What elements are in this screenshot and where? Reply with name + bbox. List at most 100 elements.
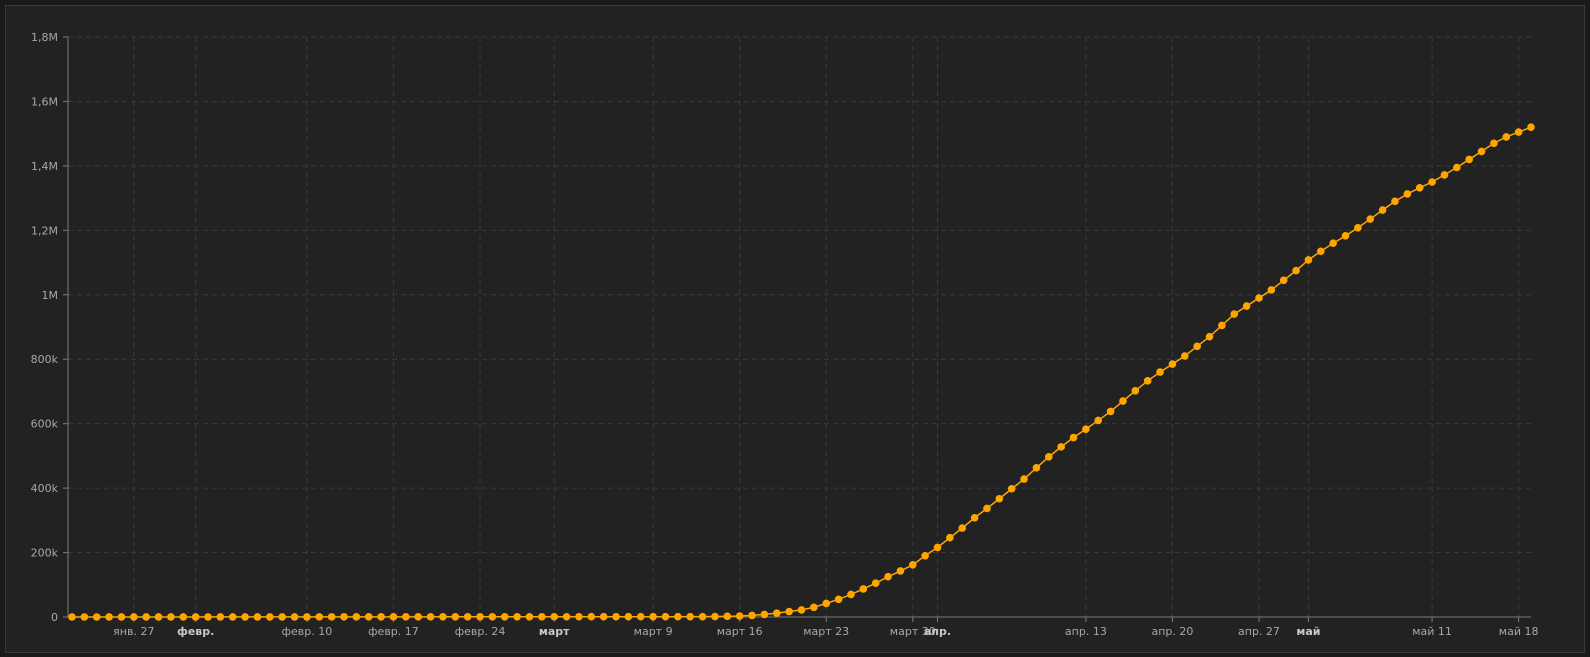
line-chart: 0 200k 400k 600k 800k 1M 1,2M 1,4M 1,6M 1,8M янв.… [31, 31, 1539, 638]
data-point [105, 613, 113, 621]
data-point [167, 613, 175, 621]
data-point [1218, 321, 1226, 330]
x-tick-label: февр. 10 [282, 625, 333, 638]
data-point [1267, 286, 1276, 294]
x-tick-label: апр. 13 [1065, 625, 1107, 638]
data-point [228, 613, 237, 621]
chart-frame: 0 200k 400k 600k 800k 1M 1,2M 1,4M 1,6M 1,8M янв.… [5, 5, 1585, 653]
data-point [674, 612, 682, 621]
x-tick-label: февр. 17 [368, 625, 419, 638]
x-tick-label: март [539, 625, 570, 638]
data-point [884, 572, 892, 581]
data-point [748, 611, 756, 620]
data-point [117, 613, 126, 621]
data-point [661, 612, 670, 621]
series-line [71, 126, 1532, 618]
data-point [426, 613, 435, 621]
y-tick-label: 1,6M [31, 95, 58, 108]
data-point [389, 613, 398, 621]
data-point [278, 613, 286, 621]
data-point [1143, 377, 1152, 385]
y-tick-label: 600k [31, 418, 59, 431]
data-point [1181, 352, 1189, 360]
x-tick-label: май 18 [1499, 625, 1539, 638]
data-point [1193, 342, 1201, 351]
data-point [1514, 128, 1523, 136]
x-tick-label: февр. 24 [455, 625, 506, 638]
data-point [550, 612, 559, 621]
y-tick-label: 1,2M [31, 224, 58, 237]
data-point [1428, 178, 1436, 186]
data-point [587, 612, 596, 621]
x-tick-label: апр. 20 [1151, 625, 1193, 638]
data-point [1527, 123, 1535, 132]
data-point [636, 612, 645, 621]
data-point [68, 613, 76, 621]
data-point [983, 504, 991, 513]
data-point [303, 613, 311, 621]
data-point [340, 613, 348, 621]
data-point [142, 613, 150, 621]
data-point [946, 533, 954, 542]
data-point [1106, 407, 1115, 416]
data-point [723, 612, 732, 621]
y-tick-label: 1M [42, 289, 59, 302]
data-point [1057, 443, 1065, 451]
data-point [525, 612, 534, 621]
data-point [859, 585, 868, 593]
data-point [241, 613, 249, 621]
data-point [377, 613, 385, 621]
data-point [896, 567, 905, 575]
data-point [1453, 163, 1461, 172]
data-point [476, 612, 484, 621]
data-point [1032, 464, 1041, 472]
data-point [1007, 484, 1016, 493]
data-point [1465, 155, 1473, 164]
y-tick-label: 800k [31, 353, 59, 366]
data-point [1131, 387, 1140, 395]
data-point [735, 612, 744, 620]
data-point [463, 613, 472, 621]
data-point [760, 610, 769, 619]
x-tick-label: февр. [177, 625, 214, 638]
data-point [1415, 184, 1424, 192]
data-point [266, 613, 274, 621]
x-tick-label: март 16 [717, 625, 763, 638]
data-point [995, 494, 1004, 503]
y-tick-label: 1,8M [31, 31, 58, 44]
data-point [958, 524, 967, 532]
data-point [488, 612, 497, 621]
grid-lines [68, 36, 1531, 617]
data-point [686, 612, 695, 621]
data-point [290, 613, 299, 621]
data-point [624, 612, 633, 621]
data-point [797, 606, 806, 614]
data-point [500, 612, 509, 621]
x-tick-label: апр. [924, 625, 951, 638]
data-point [575, 612, 583, 621]
data-point [154, 613, 163, 621]
data-point [1317, 247, 1325, 256]
data-point [179, 613, 188, 621]
data-point [92, 613, 101, 621]
data-point [1168, 360, 1177, 368]
data-point [562, 612, 571, 621]
data-point [414, 613, 423, 621]
data-point [1366, 215, 1375, 223]
data-point [1020, 475, 1028, 483]
data-point [1094, 416, 1103, 425]
data-point [216, 613, 225, 621]
data-point [1279, 276, 1288, 285]
data-point [1069, 433, 1078, 442]
data-point [1205, 332, 1214, 341]
data-point [908, 561, 917, 569]
data-point [1242, 302, 1251, 310]
data-point [698, 612, 707, 621]
data-point [1044, 453, 1053, 461]
data-point [1255, 294, 1263, 302]
data-point [612, 612, 620, 621]
y-axis-ticks: 0 200k 400k 600k 800k 1M 1,2M 1,4M 1,6M 1,8M [31, 31, 59, 624]
series-layer [68, 123, 1535, 621]
data-point [1230, 310, 1239, 318]
data-point [538, 612, 546, 621]
